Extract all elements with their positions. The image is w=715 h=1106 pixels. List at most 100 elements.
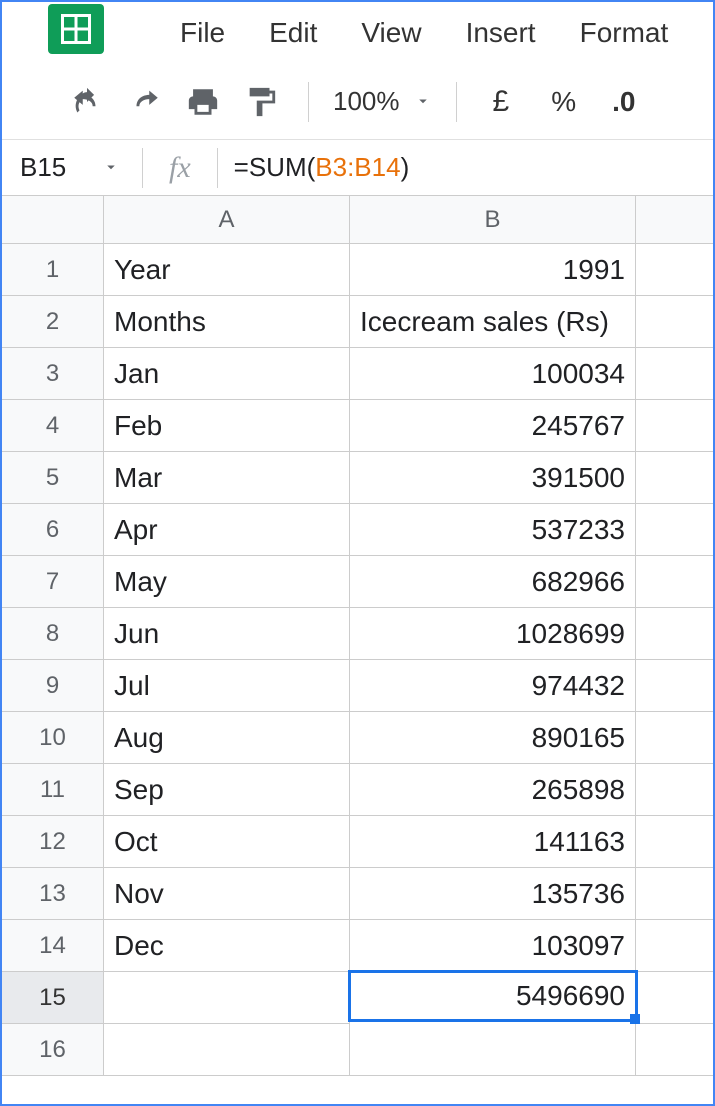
- cell-C6[interactable]: [636, 504, 713, 556]
- row-header-10[interactable]: 10: [2, 712, 104, 764]
- row-header-13[interactable]: 13: [2, 868, 104, 920]
- paint-format-button[interactable]: [236, 77, 286, 127]
- cell-B2[interactable]: Icecream sales (Rs): [350, 296, 636, 348]
- cell-C15[interactable]: [636, 972, 713, 1024]
- redo-icon: [128, 85, 162, 119]
- chevron-down-icon: [414, 86, 432, 117]
- cell-B13[interactable]: 135736: [350, 868, 636, 920]
- fx-label: fx: [143, 151, 217, 185]
- cell-C13[interactable]: [636, 868, 713, 920]
- cell-A15[interactable]: [104, 972, 350, 1024]
- percent-format-button[interactable]: %: [531, 86, 596, 118]
- menu-format[interactable]: Format: [562, 7, 687, 59]
- cell-C14[interactable]: [636, 920, 713, 972]
- cell-A11[interactable]: Sep: [104, 764, 350, 816]
- row-header-7[interactable]: 7: [2, 556, 104, 608]
- cell-A4[interactable]: Feb: [104, 400, 350, 452]
- print-button[interactable]: [178, 77, 228, 127]
- row-header-1[interactable]: 1: [2, 244, 104, 296]
- cell-B5[interactable]: 391500: [350, 452, 636, 504]
- cell-B8[interactable]: 1028699: [350, 608, 636, 660]
- formula-input[interactable]: =SUM(B3:B14): [218, 152, 410, 183]
- cell-C4[interactable]: [636, 400, 713, 452]
- cell-A10[interactable]: Aug: [104, 712, 350, 764]
- menu-insert[interactable]: Insert: [448, 7, 554, 59]
- formula-suffix: ): [401, 152, 410, 182]
- formula-bar: B15 fx =SUM(B3:B14): [2, 140, 713, 196]
- undo-icon: [70, 85, 104, 119]
- menu-items: File Edit View Insert Format: [162, 7, 686, 59]
- row-header-11[interactable]: 11: [2, 764, 104, 816]
- menu-view[interactable]: View: [343, 7, 439, 59]
- cell-C8[interactable]: [636, 608, 713, 660]
- cell-B14[interactable]: 103097: [350, 920, 636, 972]
- row-header-4[interactable]: 4: [2, 400, 104, 452]
- row-header-6[interactable]: 6: [2, 504, 104, 556]
- cell-C2[interactable]: [636, 296, 713, 348]
- sheets-icon: [58, 11, 94, 47]
- cell-A1[interactable]: Year: [104, 244, 350, 296]
- cell-B15[interactable]: 5496690: [348, 970, 638, 1022]
- row-header-14[interactable]: 14: [2, 920, 104, 972]
- cell-A16[interactable]: [104, 1024, 350, 1076]
- row-header-5[interactable]: 5: [2, 452, 104, 504]
- cell-A3[interactable]: Jan: [104, 348, 350, 400]
- cell-A2[interactable]: Months: [104, 296, 350, 348]
- chevron-down-icon: [102, 152, 120, 183]
- cell-C7[interactable]: [636, 556, 713, 608]
- select-all-corner[interactable]: [2, 196, 104, 244]
- cell-C10[interactable]: [636, 712, 713, 764]
- cell-B1[interactable]: 1991: [350, 244, 636, 296]
- menu-edit[interactable]: Edit: [251, 7, 335, 59]
- cell-C3[interactable]: [636, 348, 713, 400]
- currency-format-button[interactable]: £: [471, 85, 532, 119]
- row-header-16[interactable]: 16: [2, 1024, 104, 1076]
- cell-A8[interactable]: Jun: [104, 608, 350, 660]
- row-header-2[interactable]: 2: [2, 296, 104, 348]
- row-header-3[interactable]: 3: [2, 348, 104, 400]
- cell-B16[interactable]: [350, 1024, 636, 1076]
- cell-A14[interactable]: Dec: [104, 920, 350, 972]
- zoom-value: 100%: [333, 86, 400, 117]
- formula-range: B3:B14: [315, 152, 400, 182]
- sheets-app-icon[interactable]: [48, 4, 104, 54]
- col-header-A[interactable]: A: [104, 196, 350, 244]
- toolbar: 100% £ % .0: [2, 64, 713, 140]
- cell-C16[interactable]: [636, 1024, 713, 1076]
- cell-A7[interactable]: May: [104, 556, 350, 608]
- cell-A5[interactable]: Mar: [104, 452, 350, 504]
- spreadsheet-grid: A B 1 Year 1991 2 Months Icecream sales …: [2, 196, 713, 1076]
- cell-C9[interactable]: [636, 660, 713, 712]
- formula-prefix: =SUM(: [234, 152, 316, 182]
- cell-B7[interactable]: 682966: [350, 556, 636, 608]
- cell-A13[interactable]: Nov: [104, 868, 350, 920]
- col-header-C[interactable]: [636, 196, 713, 244]
- row-header-12[interactable]: 12: [2, 816, 104, 868]
- col-header-B[interactable]: B: [350, 196, 636, 244]
- cell-B4[interactable]: 245767: [350, 400, 636, 452]
- cell-A9[interactable]: Jul: [104, 660, 350, 712]
- cell-B3[interactable]: 100034: [350, 348, 636, 400]
- decrease-decimal-button[interactable]: .0: [596, 86, 635, 118]
- print-icon: [186, 85, 220, 119]
- cell-B11[interactable]: 265898: [350, 764, 636, 816]
- cell-B6[interactable]: 537233: [350, 504, 636, 556]
- cell-C12[interactable]: [636, 816, 713, 868]
- cell-C11[interactable]: [636, 764, 713, 816]
- name-box[interactable]: B15: [2, 152, 142, 183]
- cell-C1[interactable]: [636, 244, 713, 296]
- cell-A6[interactable]: Apr: [104, 504, 350, 556]
- row-header-8[interactable]: 8: [2, 608, 104, 660]
- row-header-9[interactable]: 9: [2, 660, 104, 712]
- cell-A12[interactable]: Oct: [104, 816, 350, 868]
- redo-button[interactable]: [120, 77, 170, 127]
- zoom-dropdown[interactable]: 100%: [323, 86, 442, 117]
- cell-B12[interactable]: 141163: [350, 816, 636, 868]
- paint-format-icon: [244, 85, 278, 119]
- undo-button[interactable]: [62, 77, 112, 127]
- cell-C5[interactable]: [636, 452, 713, 504]
- row-header-15[interactable]: 15: [2, 972, 104, 1024]
- menu-file[interactable]: File: [162, 7, 243, 59]
- cell-B10[interactable]: 890165: [350, 712, 636, 764]
- cell-B9[interactable]: 974432: [350, 660, 636, 712]
